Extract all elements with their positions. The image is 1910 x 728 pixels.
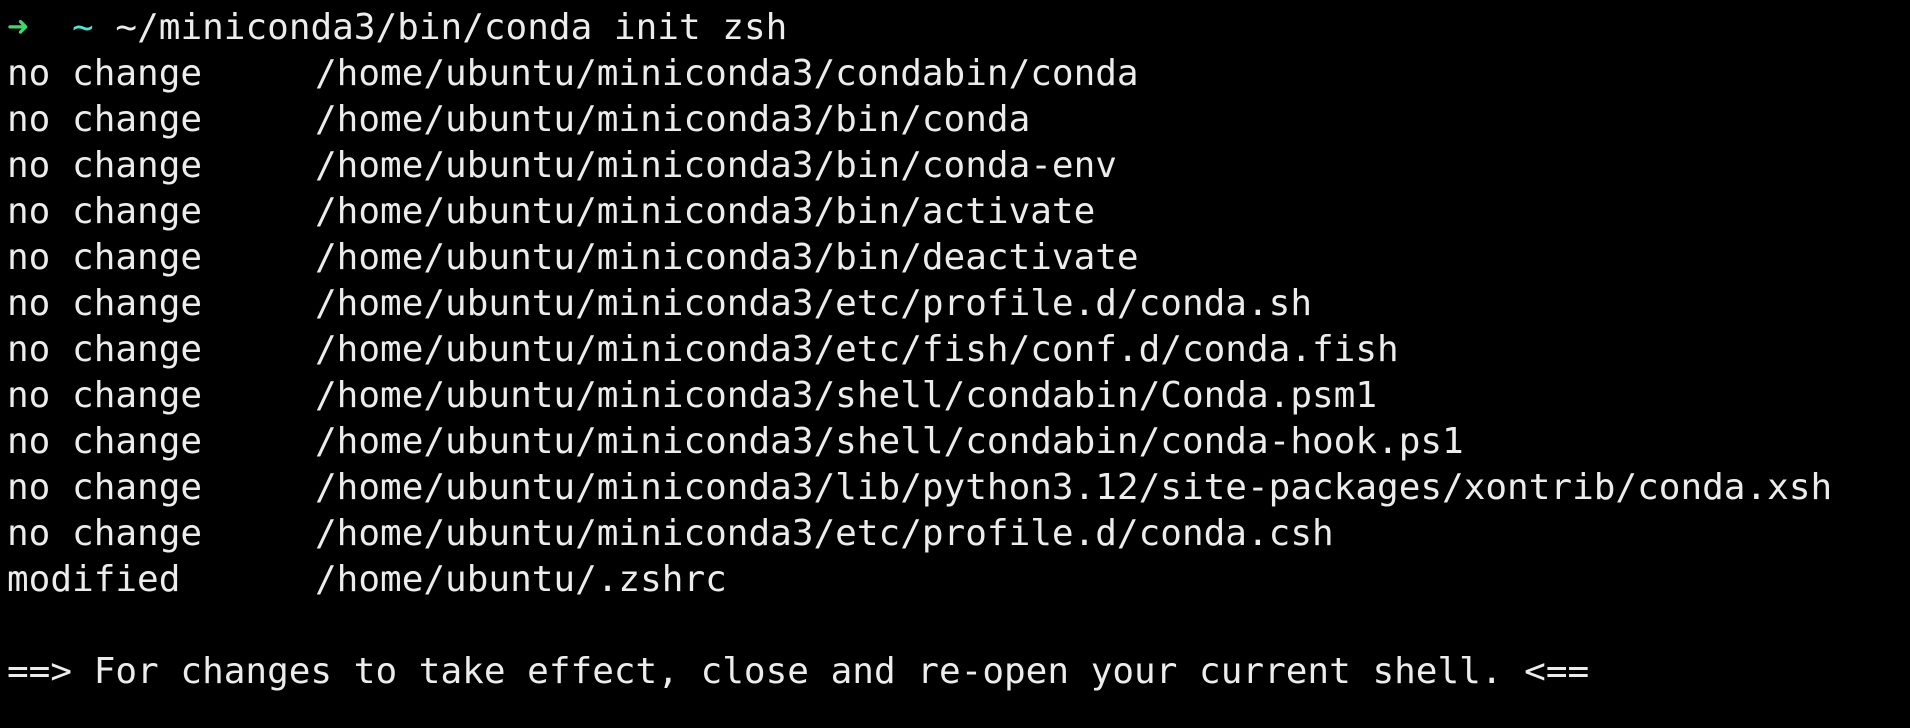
- row-path: /home/ubuntu/.zshrc: [315, 559, 727, 600]
- prompt-arrow-icon: ➜: [7, 7, 29, 48]
- output-row: no change/home/ubuntu/miniconda3/etc/pro…: [7, 281, 1312, 327]
- previous-output-cutoff: [60, 0, 100, 2]
- row-status: no change: [7, 145, 203, 186]
- row-path: /home/ubuntu/miniconda3/etc/profile.d/co…: [315, 513, 1334, 554]
- row-status: no change: [7, 329, 203, 370]
- command-text: ~/miniconda3/bin/conda init zsh: [115, 7, 788, 48]
- output-row: no change/home/ubuntu/miniconda3/bin/con…: [7, 143, 1117, 189]
- output-row: no change/home/ubuntu/miniconda3/condabi…: [7, 51, 1139, 97]
- row-status: modified: [7, 559, 181, 600]
- row-path: /home/ubuntu/miniconda3/bin/deactivate: [315, 237, 1139, 278]
- prompt-cwd: ~: [72, 7, 94, 48]
- restart-notice: ==> For changes to take effect, close an…: [7, 651, 1590, 692]
- row-status: no change: [7, 283, 203, 324]
- output-row: no change/home/ubuntu/miniconda3/bin/dea…: [7, 235, 1139, 281]
- prompt-line: ➜ ~ ~/miniconda3/bin/conda init zsh: [7, 5, 787, 51]
- row-path: /home/ubuntu/miniconda3/shell/condabin/C…: [315, 375, 1378, 416]
- row-status: no change: [7, 53, 203, 94]
- row-path: /home/ubuntu/miniconda3/bin/activate: [315, 191, 1096, 232]
- row-status: no change: [7, 467, 203, 508]
- terminal-window[interactable]: ➜ ~ ~/miniconda3/bin/conda init zsh no c…: [0, 0, 1910, 728]
- output-row: no change/home/ubuntu/miniconda3/bin/act…: [7, 189, 1095, 235]
- output-row: no change/home/ubuntu/miniconda3/etc/fis…: [7, 327, 1399, 373]
- row-path: /home/ubuntu/miniconda3/lib/python3.12/s…: [315, 467, 1833, 508]
- output-row: no change/home/ubuntu/miniconda3/bin/con…: [7, 97, 1030, 143]
- row-status: no change: [7, 99, 203, 140]
- row-status: no change: [7, 421, 203, 462]
- row-path: /home/ubuntu/miniconda3/bin/conda: [315, 99, 1031, 140]
- output-row-modified: modified/home/ubuntu/.zshrc: [7, 557, 727, 603]
- row-path: /home/ubuntu/miniconda3/etc/fish/conf.d/…: [315, 329, 1399, 370]
- row-path: /home/ubuntu/miniconda3/etc/profile.d/co…: [315, 283, 1312, 324]
- output-row: no change/home/ubuntu/miniconda3/shell/c…: [7, 419, 1464, 465]
- row-status: no change: [7, 375, 203, 416]
- output-row: no change/home/ubuntu/miniconda3/etc/pro…: [7, 511, 1334, 557]
- row-status: no change: [7, 513, 203, 554]
- row-path: /home/ubuntu/miniconda3/shell/condabin/c…: [315, 421, 1464, 462]
- row-path: /home/ubuntu/miniconda3/condabin/conda: [315, 53, 1139, 94]
- row-status: no change: [7, 237, 203, 278]
- row-status: no change: [7, 191, 203, 232]
- output-row: no change/home/ubuntu/miniconda3/shell/c…: [7, 373, 1377, 419]
- row-path: /home/ubuntu/miniconda3/bin/conda-env: [315, 145, 1117, 186]
- output-row: no change/home/ubuntu/miniconda3/lib/pyt…: [7, 465, 1832, 511]
